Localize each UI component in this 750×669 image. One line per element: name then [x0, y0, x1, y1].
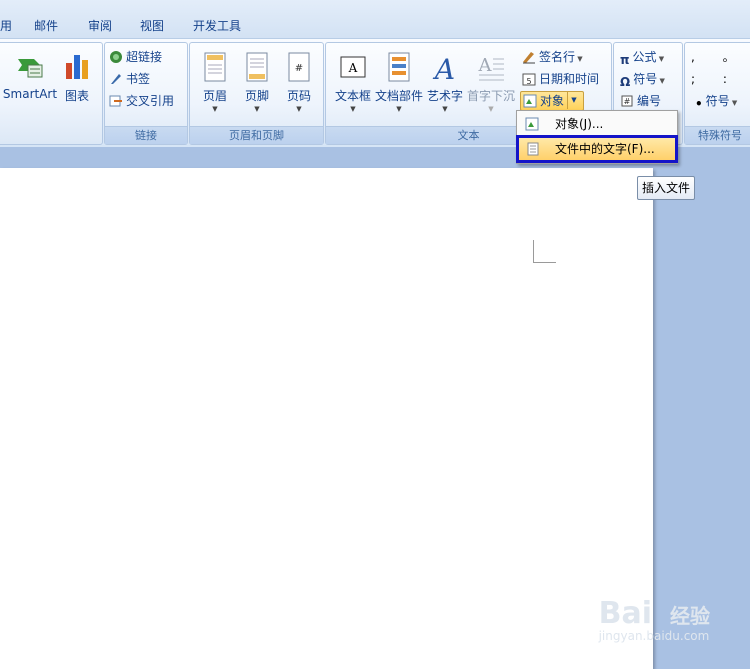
bookmark-label: 书签 — [126, 72, 151, 86]
watermark-url: jingyan.baidu.com — [598, 629, 710, 643]
document-page[interactable] — [0, 168, 653, 669]
wordart-icon: A — [432, 53, 455, 83]
wordart-button[interactable]: A 艺术字 ▼ — [422, 49, 468, 119]
menu-item-text-from-file-label: 文件中的文字(F)... — [555, 142, 655, 156]
watermark-brand2: 经验 — [670, 604, 710, 628]
numbering-button[interactable]: # 编号 — [620, 91, 661, 111]
equation-label: 公式 — [632, 50, 657, 64]
hyperlink-label: 超链接 — [126, 50, 163, 64]
footer-icon — [246, 52, 268, 82]
textbox-dropdown-arrow: ▼ — [350, 105, 356, 113]
text-file-icon — [527, 142, 539, 156]
numbering-icon: # — [621, 95, 633, 107]
smartart-icon — [18, 59, 43, 78]
svg-text:A: A — [348, 61, 358, 75]
numbering-label: 编号 — [637, 94, 662, 108]
chart-button[interactable]: 图表 — [54, 49, 100, 119]
bookmark-icon — [111, 74, 121, 84]
tab-view[interactable]: 视图 — [140, 17, 164, 34]
header-button[interactable]: 页眉 ▼ — [192, 49, 238, 119]
symbol-label: 符号 — [633, 72, 658, 86]
object-label: 对象 — [540, 94, 565, 108]
quickparts-icon — [388, 52, 410, 82]
signature-pen-icon — [523, 52, 535, 64]
dropcap-dropdown-arrow: ▼ — [488, 105, 494, 113]
svg-text:#: # — [624, 97, 631, 106]
equation-button[interactable]: π 公式 ▼ — [620, 47, 664, 67]
comma-symbol-icon: • — [695, 97, 703, 111]
object-icon — [523, 94, 537, 108]
smartart-button[interactable]: SmartArt — [3, 49, 57, 119]
group-label-special-symbols: 特殊符号 — [685, 126, 750, 144]
calendar-icon: 5 — [522, 73, 536, 86]
ribbon-tab-bar: 用 邮件 审阅 视图 开发工具 — [0, 0, 750, 38]
header-icon — [204, 52, 226, 82]
quickparts-button[interactable]: 文档部件 ▼ — [375, 49, 423, 119]
svg-text:5: 5 — [526, 77, 531, 86]
crossref-button[interactable]: 交叉引用 — [109, 91, 174, 111]
menu-item-text-from-file[interactable]: 文件中的文字(F)... — [519, 138, 675, 160]
special-symbol-label: 符号 — [705, 94, 730, 108]
svg-text:A: A — [432, 53, 455, 83]
group-links: 超链接 书签 交叉引用 链接 — [104, 42, 188, 145]
chart-icon — [66, 55, 88, 79]
baidu-jingyan-watermark: Bai 经验 jingyan.baidu.com — [599, 596, 710, 643]
dropcap-button[interactable]: A 首字下沉 ▼ — [467, 49, 515, 119]
group-illustrations: SmartArt 图表 — [0, 42, 103, 145]
special-symbols-row2[interactable]: ; : ? — [691, 69, 750, 89]
crossref-label: 交叉引用 — [126, 94, 175, 108]
bookmark-button[interactable]: 书签 — [109, 69, 150, 89]
tab-mailings[interactable]: 邮件 — [34, 17, 58, 34]
page-number-icon: # — [288, 52, 310, 82]
menu-item-object-label: 对象(J)... — [555, 117, 604, 131]
signature-line-button[interactable]: 签名行 ▼ — [522, 47, 583, 67]
special-symbol-button[interactable]: • 符号 ▼ — [695, 91, 737, 111]
quickparts-dropdown-arrow: ▼ — [396, 105, 402, 113]
tab-references[interactable]: 用 — [0, 17, 12, 34]
dropcap-label: 首字下沉 — [466, 89, 515, 103]
margin-corner-marker — [533, 240, 556, 263]
wordart-dropdown-arrow: ▼ — [442, 105, 448, 113]
hyperlink-button[interactable]: 超链接 — [109, 47, 162, 67]
date-time-button[interactable]: 5 日期和时间 — [522, 69, 599, 89]
symbol-button[interactable]: Ω 符号 ▼ — [620, 69, 665, 89]
watermark-brand: Bai — [598, 596, 652, 631]
signature-line-label: 签名行 — [539, 50, 576, 64]
hyperlink-icon — [110, 51, 122, 63]
footer-dropdown-arrow: ▼ — [254, 105, 260, 113]
crossref-icon — [109, 95, 122, 107]
tooltip: 插入文件 — [637, 176, 695, 200]
group-label-links: 链接 — [105, 126, 187, 144]
object-menu-icon — [525, 117, 539, 131]
object-dropdown-arrow[interactable]: ▼ — [567, 91, 580, 109]
page-number-label: 页码 — [286, 89, 311, 103]
tab-developer[interactable]: 开发工具 — [193, 17, 241, 34]
pi-icon: π — [620, 53, 630, 67]
group-label-header-footer: 页眉和页脚 — [190, 126, 323, 144]
group-special-symbols: , 。 、 ; : ? •符号 ▼ 特殊符号 — [684, 42, 750, 145]
svg-text:#: # — [295, 63, 303, 74]
svg-text:A: A — [478, 55, 493, 76]
special-symbols-row1[interactable]: , 。 、 — [691, 47, 750, 67]
footer-button[interactable]: 页脚 ▼ — [234, 49, 280, 119]
menu-item-object[interactable]: 对象(J)... — [519, 113, 675, 135]
page-number-dropdown-arrow: ▼ — [296, 105, 302, 113]
date-time-label: 日期和时间 — [539, 72, 600, 86]
textbox-button[interactable]: A 文本框 ▼ — [330, 49, 376, 119]
dropcap-icon: A — [478, 55, 504, 81]
tab-review[interactable]: 审阅 — [88, 17, 112, 34]
textbox-icon: A — [340, 56, 366, 78]
chart-label: 图表 — [64, 89, 89, 103]
header-dropdown-arrow: ▼ — [212, 105, 218, 113]
page-number-button[interactable]: # 页码 ▼ — [276, 49, 322, 119]
object-dropdown-menu: 对象(J)... 文件中的文字(F)... — [516, 110, 678, 164]
group-header-footer: 页眉 ▼ 页脚 ▼ # 页码 ▼ 页眉和页脚 — [189, 42, 324, 145]
omega-icon: Ω — [620, 75, 631, 89]
